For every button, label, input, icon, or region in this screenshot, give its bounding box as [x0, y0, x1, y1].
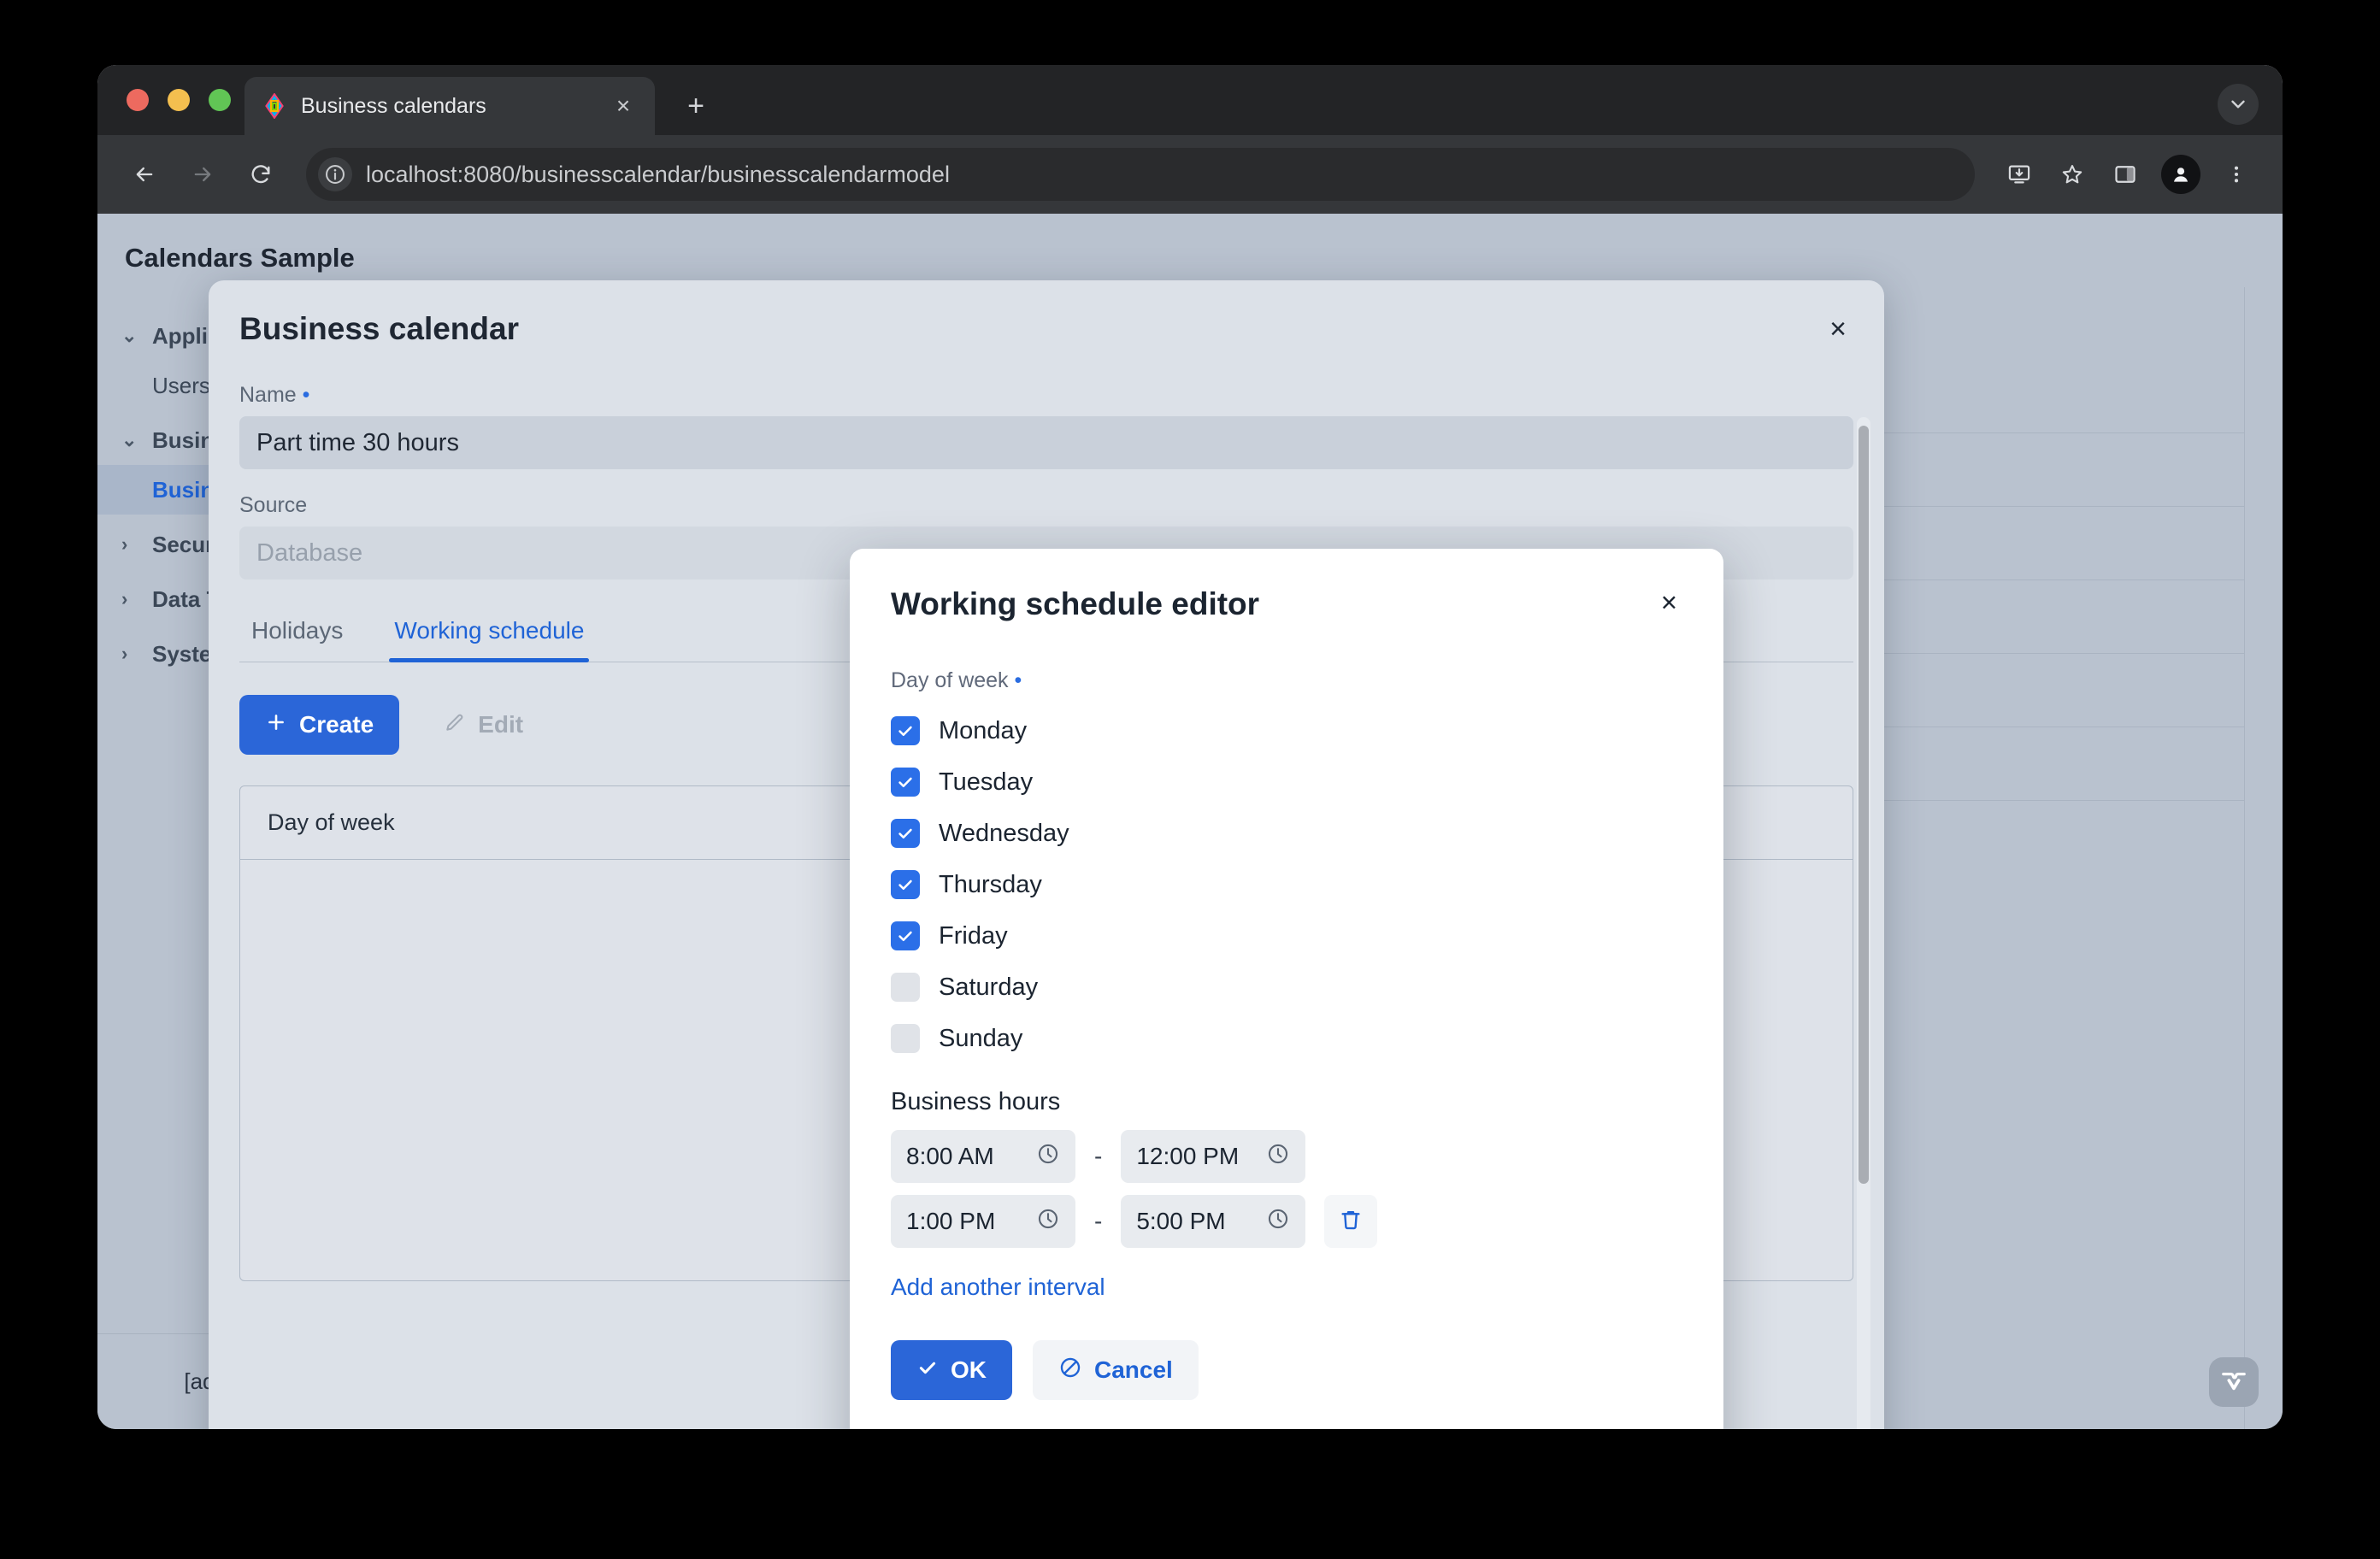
- day-of-week-label: Day of week •: [891, 668, 1682, 693]
- bookmark-star-icon[interactable]: [2048, 150, 2096, 198]
- back-button[interactable]: [120, 150, 169, 199]
- check-icon: [916, 1356, 939, 1385]
- delete-interval-button[interactable]: [1324, 1195, 1377, 1248]
- ok-button[interactable]: OK: [891, 1340, 1012, 1400]
- vaadin-diamond-icon: [262, 93, 287, 119]
- working-schedule-editor-modal: Working schedule editor × Day of week • …: [850, 549, 1723, 1429]
- required-marker: •: [1015, 668, 1022, 692]
- interval-row: 8:00 AM - 12:00 PM: [891, 1130, 1682, 1183]
- clock-icon[interactable]: [1036, 1207, 1060, 1237]
- checkbox-unchecked-icon[interactable]: [891, 1024, 920, 1053]
- new-tab-button[interactable]: +: [679, 91, 713, 125]
- browser-window: Business calendars × + localhost:8080/bu…: [97, 65, 2283, 1429]
- checkbox-label: Thursday: [939, 871, 1042, 899]
- address-bar[interactable]: localhost:8080/businesscalendar/business…: [306, 148, 1975, 201]
- forward-button[interactable]: [178, 150, 227, 199]
- checkbox-label: Friday: [939, 922, 1008, 950]
- modal-title: Working schedule editor: [891, 586, 1259, 622]
- modal-header: Working schedule editor ×: [891, 586, 1682, 622]
- browser-tab[interactable]: Business calendars ×: [244, 77, 655, 135]
- browser-toolbar: localhost:8080/businesscalendar/business…: [97, 135, 2283, 214]
- site-info-icon[interactable]: [318, 157, 352, 191]
- close-window-button[interactable]: [127, 89, 149, 111]
- side-panel-icon[interactable]: [2101, 150, 2149, 198]
- checkbox-checked-icon[interactable]: [891, 921, 920, 950]
- ok-button-label: OK: [951, 1356, 987, 1384]
- profile-avatar-icon[interactable]: [2161, 155, 2200, 194]
- interval-start-input[interactable]: 1:00 PM: [891, 1195, 1075, 1248]
- browser-tab-strip: Business calendars × +: [97, 65, 2283, 135]
- clock-icon[interactable]: [1266, 1207, 1290, 1237]
- interval-separator: -: [1094, 1143, 1102, 1170]
- checkbox-label: Monday: [939, 717, 1027, 745]
- checkbox-checked-icon[interactable]: [891, 716, 920, 745]
- three-dot-menu-icon[interactable]: [2212, 150, 2260, 198]
- checkbox-saturday[interactable]: Saturday: [891, 962, 1682, 1013]
- checkbox-monday[interactable]: Monday: [891, 705, 1682, 756]
- interval-start-input[interactable]: 8:00 AM: [891, 1130, 1075, 1183]
- toolbar-icon-group: [1995, 150, 2260, 198]
- checkbox-checked-icon[interactable]: [891, 870, 920, 899]
- application-page: Calendars Sample ⌄ Application Users ⌄ B…: [97, 214, 2283, 1429]
- cancel-button[interactable]: Cancel: [1033, 1340, 1199, 1400]
- address-bar-url: localhost:8080/businesscalendar/business…: [366, 162, 950, 188]
- clock-icon[interactable]: [1266, 1142, 1290, 1172]
- minimize-window-button[interactable]: [168, 89, 190, 111]
- checkbox-label: Wednesday: [939, 820, 1069, 848]
- checkbox-label: Tuesday: [939, 768, 1033, 797]
- interval-end-input[interactable]: 5:00 PM: [1121, 1195, 1305, 1248]
- add-another-interval-link[interactable]: Add another interval: [891, 1274, 1105, 1301]
- reload-button[interactable]: [236, 150, 286, 199]
- clock-icon[interactable]: [1036, 1142, 1060, 1172]
- close-tab-button[interactable]: ×: [609, 91, 638, 121]
- business-hours-label: Business hours: [891, 1088, 1682, 1116]
- vaadin-logo-icon[interactable]: [2209, 1357, 2259, 1407]
- checkbox-wednesday[interactable]: Wednesday: [891, 808, 1682, 859]
- cancel-button-label: Cancel: [1094, 1356, 1173, 1384]
- modal-close-icon[interactable]: ×: [1656, 586, 1682, 618]
- interval-end-value: 12:00 PM: [1136, 1143, 1239, 1170]
- modal-overlay: Working schedule editor × Day of week • …: [97, 214, 2283, 1429]
- interval-start-value: 8:00 AM: [906, 1143, 994, 1170]
- checkbox-checked-icon[interactable]: [891, 768, 920, 797]
- checkbox-checked-icon[interactable]: [891, 819, 920, 848]
- window-traffic-lights: [127, 89, 231, 111]
- checkbox-unchecked-icon[interactable]: [891, 973, 920, 1002]
- interval-start-value: 1:00 PM: [906, 1208, 995, 1235]
- checkbox-label: Sunday: [939, 1025, 1022, 1053]
- checkbox-label: Saturday: [939, 974, 1038, 1002]
- trash-icon: [1338, 1207, 1364, 1237]
- interval-end-input[interactable]: 12:00 PM: [1121, 1130, 1305, 1183]
- interval-end-value: 5:00 PM: [1136, 1208, 1225, 1235]
- checkbox-tuesday[interactable]: Tuesday: [891, 756, 1682, 808]
- checkbox-thursday[interactable]: Thursday: [891, 859, 1682, 910]
- interval-row: 1:00 PM - 5:00 PM: [891, 1195, 1682, 1248]
- maximize-window-button[interactable]: [209, 89, 231, 111]
- checkbox-friday[interactable]: Friday: [891, 910, 1682, 962]
- modal-body: Day of week • Monday Tuesday: [891, 668, 1682, 1400]
- install-app-icon[interactable]: [1995, 150, 2043, 198]
- modal-footer: OK Cancel: [891, 1340, 1682, 1400]
- day-of-week-label-text: Day of week: [891, 668, 1009, 692]
- interval-separator: -: [1094, 1208, 1102, 1235]
- browser-tab-title: Business calendars: [301, 94, 595, 119]
- cancel-circle-slash-icon: [1058, 1356, 1082, 1385]
- checkbox-sunday[interactable]: Sunday: [891, 1013, 1682, 1064]
- tab-list-chevron-down-icon[interactable]: [2218, 84, 2259, 125]
